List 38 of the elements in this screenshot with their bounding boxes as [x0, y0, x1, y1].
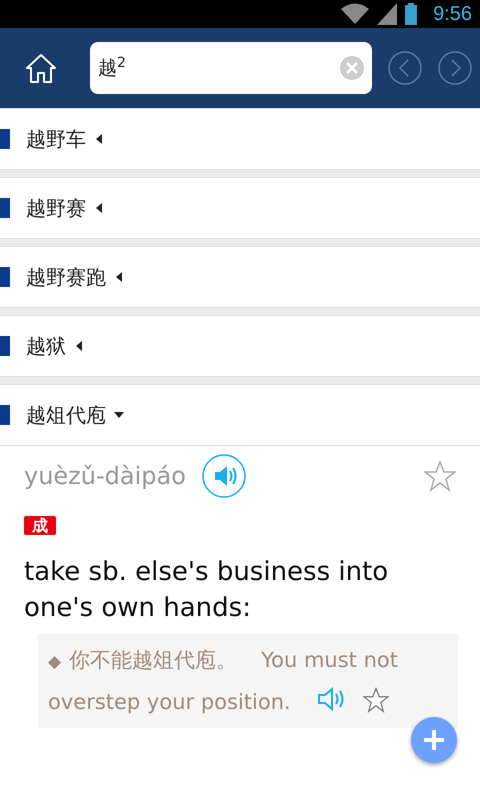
star-icon[interactable] [362, 687, 389, 713]
headword: 越狱 [26, 333, 66, 360]
back-icon[interactable] [388, 51, 422, 85]
star-icon[interactable] [424, 460, 456, 492]
entry-marker [0, 129, 10, 149]
entry-header[interactable]: 越俎代庖 [0, 384, 480, 446]
category-tag: 成 [24, 516, 56, 535]
entry-marker [0, 267, 10, 287]
caret-icon [74, 340, 84, 352]
entry-header[interactable]: 越野赛 [0, 177, 480, 239]
caret-icon [94, 202, 104, 214]
entry-header[interactable]: 越狱 [0, 315, 480, 377]
headword: 越野赛 [26, 195, 86, 222]
entry-marker [0, 198, 10, 218]
clear-icon[interactable] [340, 56, 364, 80]
clock-time: 9:56 [433, 2, 472, 27]
entry-header[interactable]: 越野赛跑 [0, 246, 480, 308]
forward-icon[interactable] [438, 51, 472, 85]
add-button[interactable] [411, 717, 457, 763]
wifi-icon [341, 3, 370, 25]
entry-header[interactable]: 越野车 [0, 108, 480, 170]
entry-marker [0, 405, 10, 425]
headword: 越野赛跑 [26, 264, 106, 291]
plus-icon [424, 730, 444, 750]
battery-icon [405, 3, 418, 25]
headword: 越俎代庖 [26, 402, 106, 429]
entry-marker [0, 336, 10, 356]
headword: 越野车 [26, 126, 86, 153]
signal-icon [377, 3, 398, 25]
example-sentence: overstep your position. [48, 690, 291, 714]
caret-icon [114, 271, 124, 283]
search-field[interactable]: 越$^{2}$ [90, 42, 372, 94]
example-sentence: ◆ 你不能越俎代庖。 You must not [48, 648, 398, 672]
speaker-icon[interactable] [202, 454, 246, 498]
home-icon[interactable] [24, 51, 58, 85]
definition: take sb. else's business into one's own hands: [23, 556, 390, 625]
caret-icon [94, 133, 104, 145]
pinyin: yuèzǔ-dàipáo [24, 461, 186, 492]
